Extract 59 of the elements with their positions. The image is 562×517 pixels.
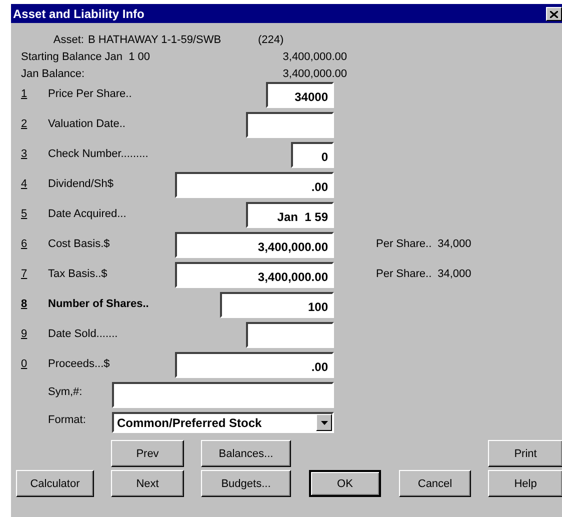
field-label: Sym,#: <box>48 385 84 400</box>
balance-label: Jan Balance: <box>21 68 86 80</box>
asset-number: (224) <box>258 34 285 46</box>
field-label: Price Per Share.. <box>48 87 132 100</box>
field-label: Format: <box>48 413 87 428</box>
dialog-button[interactable]: Balances... <box>201 440 291 467</box>
field-hotkey: 7 <box>21 267 28 282</box>
field-label: Check Number......... <box>48 147 148 160</box>
balance-value: 3,400,000.00 <box>282 68 347 80</box>
input-field[interactable]: 0 <box>291 142 334 168</box>
field-label: Number of Shares.. <box>48 297 149 310</box>
field-hotkey: 2 <box>21 117 28 132</box>
field-hotkey: 4 <box>21 177 28 192</box>
dropdown-value: Common/Preferred Stock <box>117 416 262 430</box>
field-hotkey: 6 <box>21 237 28 252</box>
per-share-label: Per Share.. <box>376 268 432 282</box>
field-label: Tax Basis..$ <box>48 267 108 280</box>
field-hotkey: 1 <box>21 87 28 102</box>
balance-label: Starting Balance Jan 1 00 <box>21 50 152 62</box>
field-label: Valuation Date.. <box>48 117 126 130</box>
dialog-button[interactable]: Calculator <box>16 470 94 497</box>
close-icon <box>550 10 558 18</box>
input-field[interactable] <box>246 322 334 348</box>
field-hotkey: 0 <box>21 357 28 372</box>
caret-icon <box>320 420 328 424</box>
input-field[interactable]: 3,400,000.00 <box>175 232 334 258</box>
dialog-button[interactable]: Help <box>488 470 562 497</box>
balance-value: 3,400,000.00 <box>282 50 347 62</box>
field-hotkey: 3 <box>21 147 28 162</box>
window-title: Asset and Liability Info <box>13 6 144 20</box>
dialog-button[interactable]: Budgets... <box>201 470 291 497</box>
dialog-button[interactable]: Prev <box>111 440 184 467</box>
input-field[interactable]: 100 <box>220 292 334 318</box>
field-hotkey: 9 <box>21 327 28 342</box>
asset-name: B HATHAWAY 1-1-59/SWB <box>88 34 222 46</box>
dialog-button[interactable]: Cancel <box>399 470 471 497</box>
symbol-field[interactable] <box>112 382 334 408</box>
input-field[interactable] <box>246 112 334 138</box>
per-share-value: 34,000 <box>438 238 472 252</box>
field-hotkey: 5 <box>21 207 28 222</box>
input-field[interactable]: 3,400,000.00 <box>175 262 334 288</box>
input-field[interactable]: Jan 1 59 <box>246 202 334 228</box>
field-label: Date Acquired... <box>48 207 126 220</box>
format-dropdown[interactable]: Common/Preferred Stock <box>112 412 334 433</box>
field-label: Dividend/Sh$ <box>48 177 114 190</box>
ok-button[interactable]: OK <box>309 470 381 497</box>
input-field[interactable]: .00 <box>175 172 334 198</box>
input-field[interactable]: 34000 <box>266 82 334 108</box>
field-label: Proceeds...$ <box>48 357 110 370</box>
dialog-button[interactable]: Print <box>488 440 562 467</box>
asset-label: Asset: <box>53 34 85 46</box>
per-share-value: 34,000 <box>438 268 472 282</box>
field-label: Cost Basis.$ <box>48 237 110 250</box>
close-button[interactable] <box>546 7 562 21</box>
per-share-label: Per Share.. <box>376 238 432 252</box>
input-field[interactable]: .00 <box>175 352 334 378</box>
dialog-button[interactable]: Next <box>111 470 184 497</box>
field-hotkey: 8 <box>21 297 28 312</box>
field-label: Date Sold....... <box>48 327 118 340</box>
